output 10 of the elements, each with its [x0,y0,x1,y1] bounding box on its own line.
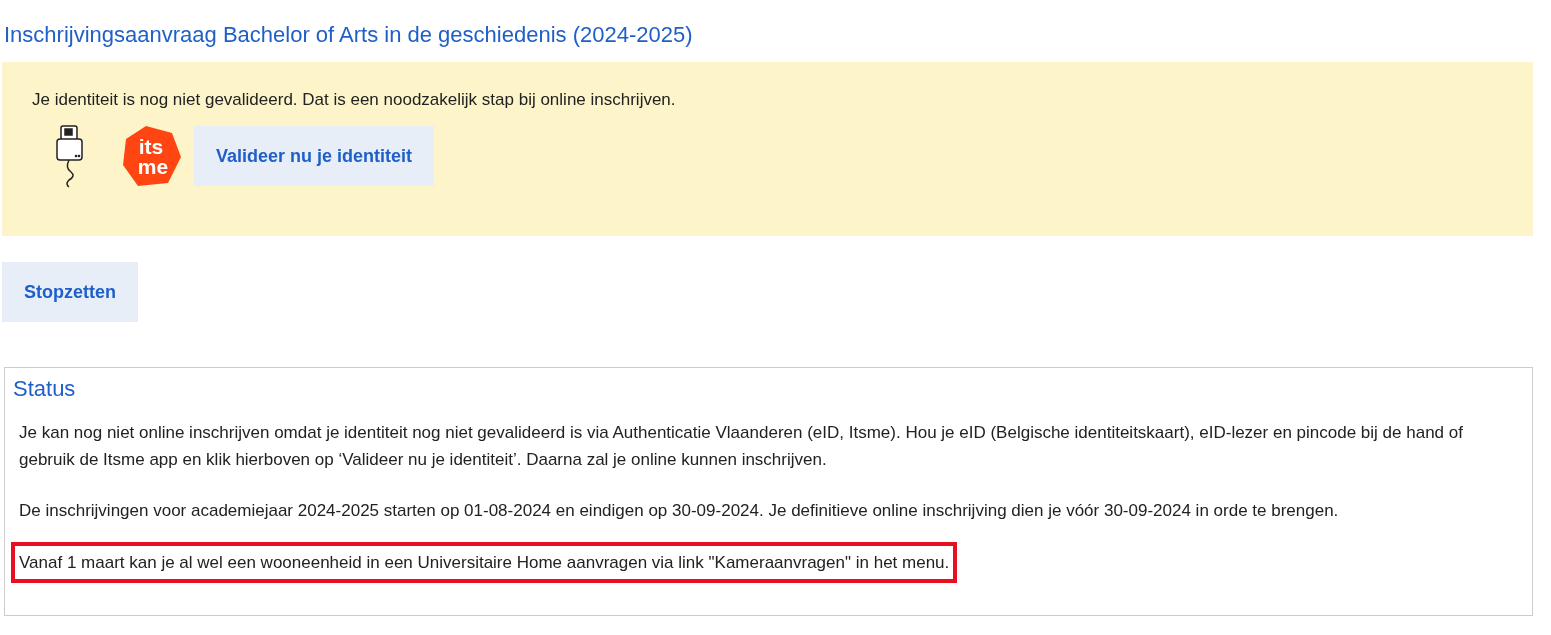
stop-button[interactable]: Stopzetten [2,262,138,322]
status-heading: Status [13,376,77,402]
itsme-logo: its me [122,125,182,187]
status-paragraph: Je kan nog niet online inschrijven omdat je identiteit nog niet gevalideerd is via Authenticatie Vlaanderen (eID, Itsme). Hou je eID (Belgische identiteitskaart), eID-lezer en pincode bij de hand of gebruik de Itsme app en klik hierboven op ‘Valideer nu je identiteit’. Daarna zal je online kunnen inschrijven. [18,422,1464,472]
alert-message: Je identiteit is nog niet gevalideerd. Dat is een noodzakelijk stap bij online inschrijven. [32,90,677,110]
status-paragraph: De inschrijvingen voor academiejaar 2024-2025 starten op 01-08-2024 en eindigen op 30-09-2024. Je definitieve online inschrijving dien je vóór 30-09-2024 in orde te brengen. [18,500,1340,523]
validate-identity-button[interactable]: Valideer nu je identiteit [194,126,435,186]
card-reader-icon [54,124,86,188]
status-paragraph: Vanaf 1 maart kan je al wel een wooneenheid in een Universitaire Home aanvragen via link "Kameraanvragen" in het menu. [11,541,958,583]
page-title: Inschrijvingsaanvraag Bachelor of Arts in de geschiedenis (2024-2025) [3,21,694,49]
